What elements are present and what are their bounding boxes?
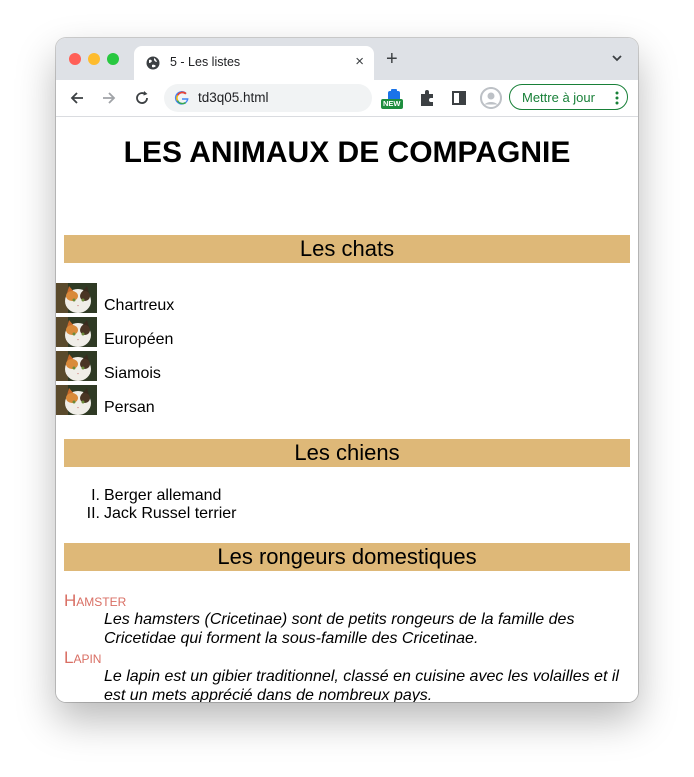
cat-image	[56, 283, 97, 313]
update-button[interactable]: Mettre à jour	[509, 84, 628, 110]
tab-search-icon[interactable]	[610, 51, 624, 65]
close-window-button[interactable]	[69, 53, 81, 65]
minimize-window-button[interactable]	[88, 53, 100, 65]
puzzle-icon[interactable]	[415, 86, 439, 110]
new-badge: NEW	[381, 99, 403, 109]
tab-bar: 5 - Les listes × +	[56, 38, 638, 80]
browser-window: 5 - Les listes × + td3q05.html NEW Mettr…	[56, 38, 638, 702]
sidepanel-icon[interactable]	[447, 86, 471, 110]
tab-title: 5 - Les listes	[170, 55, 241, 69]
kebab-icon[interactable]	[615, 91, 619, 105]
dogs-heading: Les chiens	[64, 439, 630, 467]
list-marker: II.	[86, 505, 100, 522]
page-content: LES ANIMAUX DE COMPAGNIE Les chats Chart…	[56, 117, 638, 702]
list-marker: I.	[91, 487, 100, 504]
reload-icon[interactable]	[132, 88, 152, 108]
cat-image	[56, 385, 97, 415]
globe-icon	[146, 56, 160, 70]
forward-icon[interactable]	[99, 88, 119, 108]
definition-description: Le lapin est un gibier traditionnel, cla…	[104, 668, 619, 702]
definition-term: Hamster	[64, 591, 127, 610]
url-text: td3q05.html	[198, 90, 269, 105]
cat-breed-label: Européen	[104, 331, 174, 348]
zoom-window-button[interactable]	[107, 53, 119, 65]
tab-close-icon[interactable]: ×	[355, 53, 364, 71]
cat-breed-label: Persan	[104, 399, 155, 416]
cat-image	[56, 351, 97, 381]
toolbar: td3q05.html NEW Mettre à jour	[56, 80, 638, 117]
dog-breed-item: Jack Russel terrier	[104, 505, 237, 522]
google-icon	[174, 91, 189, 105]
dog-breed-item: Berger allemand	[104, 487, 222, 504]
rodents-heading: Les rongeurs domestiques	[64, 543, 630, 571]
update-button-label: Mettre à jour	[522, 90, 595, 105]
cat-breed-label: Chartreux	[104, 297, 175, 314]
cats-heading: Les chats	[64, 235, 630, 263]
address-bar[interactable]: td3q05.html	[164, 84, 372, 112]
cat-image	[56, 317, 97, 347]
back-icon[interactable]	[67, 88, 87, 108]
avatar-icon[interactable]	[480, 87, 502, 109]
cat-breed-label: Siamois	[104, 365, 161, 382]
tab-active[interactable]: 5 - Les listes ×	[134, 46, 374, 80]
definition-description: Les hamsters (Cricetinae) sont de petits…	[104, 611, 575, 647]
definition-term: Lapin	[64, 648, 102, 667]
new-tab-button[interactable]: +	[386, 49, 398, 69]
page-title: LES ANIMAUX DE COMPAGNIE	[123, 136, 571, 169]
